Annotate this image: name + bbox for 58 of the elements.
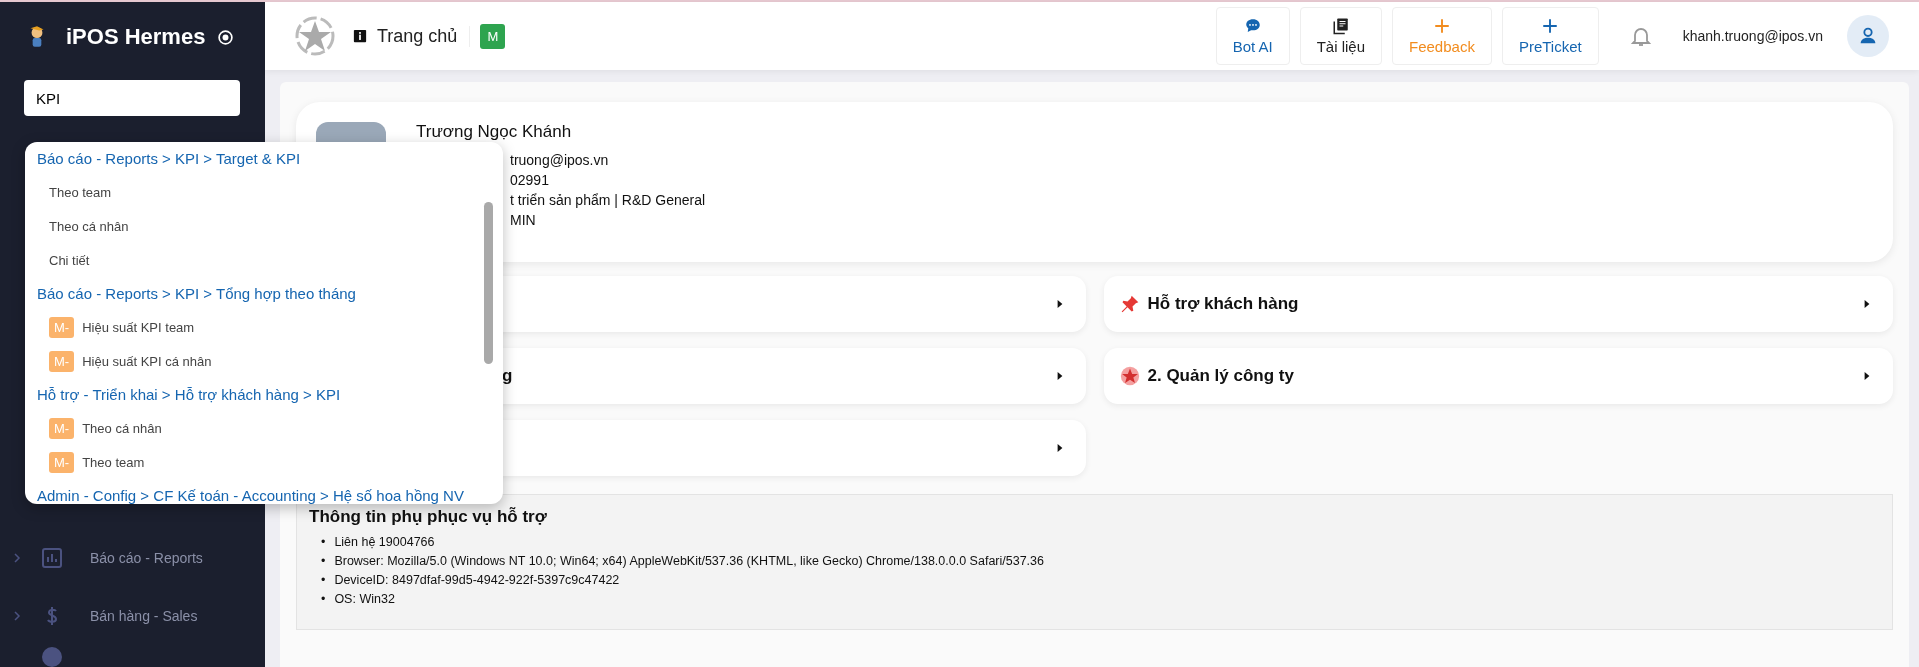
profile-detail: 02991 — [510, 172, 550, 188]
circle-icon — [40, 645, 64, 667]
app-title: iPOS Hermes — [66, 24, 206, 50]
pin-icon — [1119, 294, 1140, 314]
toolbar-button[interactable]: Bot AI — [1215, 7, 1290, 65]
badge: M- — [49, 417, 75, 439]
plus-icon — [1432, 17, 1451, 35]
bullet: • — [321, 534, 326, 551]
badge: M- — [49, 350, 75, 372]
result-item[interactable]: M- Theo cá nhân — [37, 411, 475, 445]
result-item[interactable]: Chi tiết — [37, 243, 475, 277]
chevron-right-icon — [12, 610, 22, 622]
badge: M — [480, 23, 506, 49]
radio-icon — [217, 28, 235, 46]
avatar-button[interactable] — [1847, 15, 1889, 57]
star-logo-icon — [295, 16, 335, 56]
scrollbar-thumb[interactable] — [484, 202, 493, 364]
toolbar-button[interactable]: PreTicket — [1501, 7, 1599, 65]
caret-right-icon — [1863, 371, 1871, 381]
bar-chart-icon — [40, 546, 64, 570]
page-title: Trang chủ — [377, 25, 471, 47]
menu-card[interactable]: Hỗ trợ khách hàng — [1103, 276, 1893, 332]
bullet: • — [321, 553, 326, 570]
result-item[interactable]: Theo cá nhân — [37, 209, 475, 243]
plus-icon — [1541, 17, 1560, 35]
profile-detail: t triển sản phẩm | R&D General — [510, 192, 706, 208]
star-badge-icon — [1119, 366, 1140, 386]
info-line: Liên hệ 19004766 — [334, 534, 435, 551]
bullet: • — [321, 591, 326, 608]
info-title: Thông tin phụ phục vụ hỗ trợ — [309, 507, 548, 527]
caret-right-icon — [1055, 443, 1064, 453]
badge: M- — [49, 316, 75, 338]
info-line: DeviceID: 8497dfaf-99d5-4942-922f-5397c9c47422 — [334, 572, 620, 589]
profile-detail: truong@ipos.vn — [510, 152, 610, 168]
caret-right-icon — [1863, 299, 1871, 309]
user-email: khanh.truong@ipos.vn — [1682, 28, 1823, 44]
result-item[interactable]: M- Theo team — [37, 445, 475, 479]
info-line: Browser: Mozilla/5.0 (Windows NT 10.0; Win64; x64) AppleWebKit/537.36 (KHTML, like Gecko) Chrome/138.0.0.0 Safari/537.36 — [334, 553, 1044, 570]
toolbar-button[interactable]: Tài liệu — [1299, 7, 1382, 65]
result-item[interactable]: Theo team — [37, 175, 475, 209]
sidebar-item[interactable]: Bán hàng - Sales — [0, 587, 265, 645]
info-icon — [353, 29, 367, 43]
caret-right-icon — [1055, 371, 1064, 381]
info-line: OS: Win32 — [334, 591, 395, 608]
badge: M- — [49, 451, 75, 473]
chevron-right-icon — [12, 552, 22, 564]
result-path-link[interactable]: Báo cáo - Reports > KPI > Target & KPI — [37, 142, 475, 175]
bullet: • — [321, 572, 326, 589]
search-field[interactable]: KPI — [24, 80, 240, 116]
profile-detail: MIN — [510, 212, 537, 228]
caret-right-icon — [1055, 299, 1064, 309]
result-path-link[interactable]: Báo cáo - Reports > KPI > Tổng hợp theo tháng — [37, 277, 475, 310]
book-icon — [1331, 17, 1350, 35]
sidebar-item[interactable]: Báo cáo - Reports — [0, 529, 265, 587]
menu-card[interactable]: 2. Quản lý công ty — [1103, 348, 1893, 404]
chat-bubble-icon — [1243, 17, 1262, 35]
result-item[interactable]: M- Hiệu suất KPI team — [37, 310, 475, 344]
profile-name: Trương Ngọc Khánh — [416, 122, 573, 142]
